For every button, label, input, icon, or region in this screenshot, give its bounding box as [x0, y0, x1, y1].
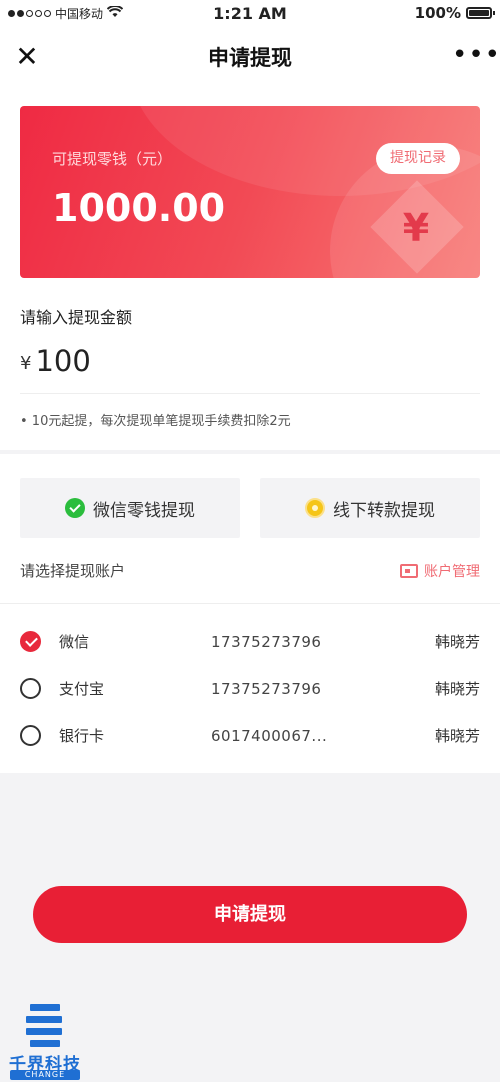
amount-section: 请输入提现金额 ¥ 100: [0, 278, 500, 394]
account-row-alipay[interactable]: 支付宝 17375273796 韩晓芳: [20, 665, 480, 712]
account-holder: 韩晓芳: [434, 680, 480, 698]
submit-wrap: 申请提现: [33, 886, 467, 943]
account-manage-label: 账户管理: [424, 563, 480, 580]
balance-card-wrap: 可提现零钱（元） 1000.00 提现记录 ¥: [0, 86, 500, 278]
account-number: 6017400067...: [211, 726, 328, 745]
submit-withdraw-button[interactable]: 申请提现: [33, 886, 467, 943]
account-header: 请选择提现账户 账户管理: [0, 538, 500, 604]
method-label: 微信零钱提现: [93, 500, 195, 521]
battery-icon: [466, 7, 495, 19]
balance-amount: 1000.00: [52, 186, 226, 230]
card-icon: [400, 563, 418, 578]
account-section-title: 请选择提现账户: [20, 562, 126, 580]
amount-input[interactable]: ¥ 100: [20, 328, 480, 394]
account-list: 微信 17375273796 韩晓芳 支付宝 17375273796 韩晓芳 银…: [0, 604, 500, 773]
status-bar: 中国移动 1:21 AM 100%: [0, 0, 500, 28]
amount-label: 请输入提现金额: [20, 308, 133, 327]
amount-value[interactable]: 100: [35, 344, 90, 378]
nav-bar: ✕ 申请提现 •••: [0, 28, 500, 86]
account-name: 银行卡: [59, 727, 105, 745]
method-wechat-button[interactable]: 微信零钱提现: [20, 478, 240, 538]
balance-label: 可提现零钱（元）: [52, 150, 173, 168]
method-offline-button[interactable]: 线下转款提现: [260, 478, 480, 538]
account-row-wechat[interactable]: 微信 17375273796 韩晓芳: [20, 618, 480, 665]
account-number: 17375273796: [211, 632, 322, 651]
account-name: 支付宝: [59, 680, 105, 698]
account-number: 17375273796: [211, 679, 322, 698]
method-label: 线下转款提现: [333, 500, 435, 521]
coin-icon: [305, 498, 325, 518]
yen-icon: ¥: [402, 206, 430, 250]
account-name: 微信: [59, 633, 90, 651]
fee-note: • 10元起提，每次提现单笔提现手续费扣除2元: [0, 394, 500, 450]
account-row-bankcard[interactable]: 银行卡 6017400067... 韩晓芳: [20, 712, 480, 759]
withdraw-methods: 微信零钱提现 线下转款提现: [0, 454, 500, 538]
account-manage-button[interactable]: 账户管理: [400, 561, 480, 581]
more-icon[interactable]: •••: [452, 40, 500, 74]
radio-button[interactable]: [20, 725, 41, 746]
amount-currency: ¥: [20, 353, 32, 374]
watermark-logo: 千界科技 CHANGE: [4, 1002, 86, 1080]
account-holder: 韩晓芳: [434, 727, 480, 745]
page-title: 申请提现: [208, 46, 292, 70]
watermark-logo-icon: [26, 1002, 64, 1050]
battery-percent: 100%: [414, 4, 461, 22]
radio-button[interactable]: [20, 678, 41, 699]
withdraw-records-button[interactable]: 提现记录: [376, 143, 460, 174]
radio-button[interactable]: [20, 631, 41, 652]
watermark-subtext: CHANGE: [10, 1070, 80, 1080]
wechat-icon: [65, 498, 85, 518]
balance-card: 可提现零钱（元） 1000.00 提现记录 ¥: [20, 106, 480, 278]
account-holder: 韩晓芳: [434, 633, 480, 651]
battery-group: 100%: [414, 4, 495, 22]
